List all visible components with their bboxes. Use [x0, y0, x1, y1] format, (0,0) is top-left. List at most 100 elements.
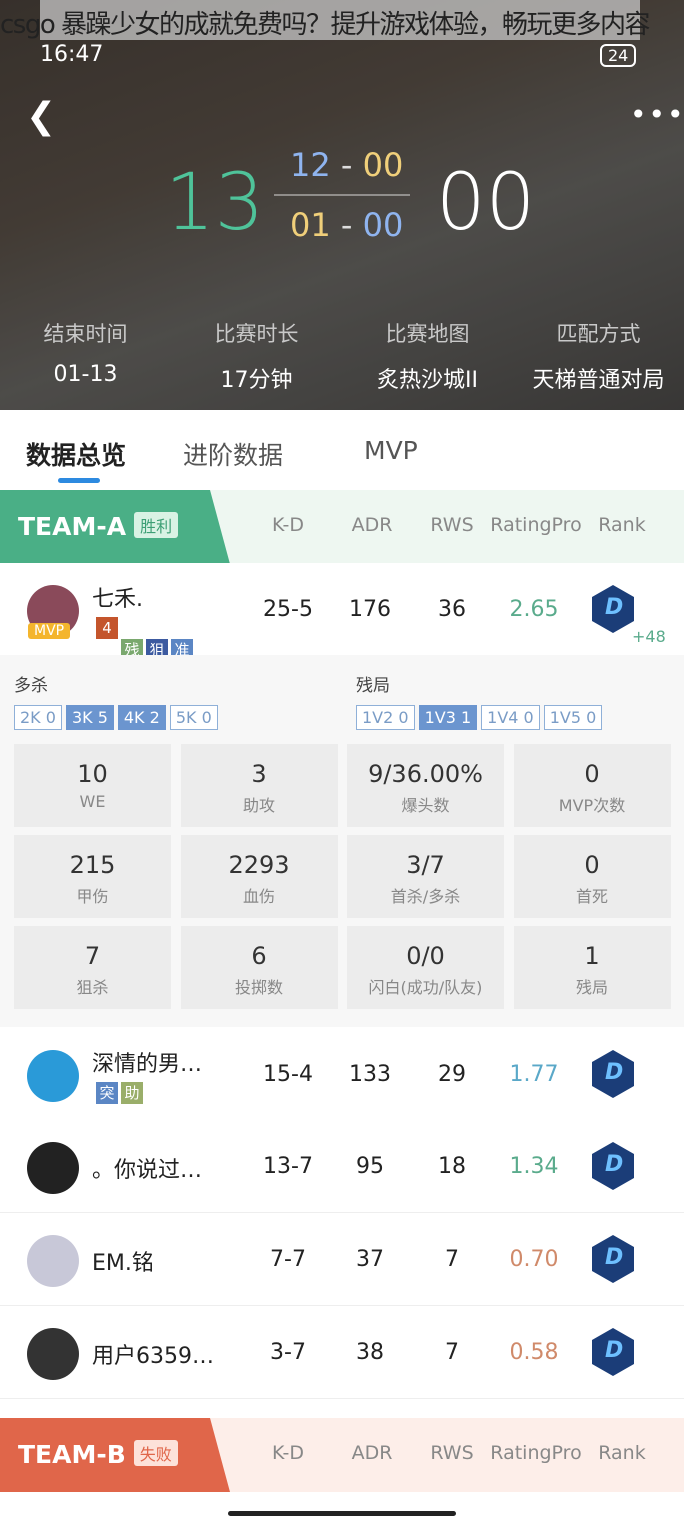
- result-badge: 失败: [133, 1440, 178, 1466]
- stat-cell: 9/36.00% 爆头数: [347, 744, 504, 827]
- rank-delta: +48: [632, 627, 666, 646]
- rws-value: 7: [445, 1247, 459, 1272]
- player-row[interactable]: 七禾.4杀残狙准MVP25-5176362.65 +48: [0, 563, 684, 661]
- adr-value: 38: [356, 1340, 384, 1365]
- player-name: 。你说过…: [92, 1158, 203, 1183]
- rank-badge-icon: [592, 1050, 634, 1098]
- rank-badge-icon: [592, 1142, 634, 1190]
- kd-value: 3-7: [270, 1340, 306, 1365]
- tab-indicator: [58, 478, 100, 483]
- stat-cell: 0/0 闪白(成功/队友): [347, 926, 504, 1009]
- stat-cell: 3/7 首杀/多杀: [347, 835, 504, 918]
- status-time: 16:47: [40, 42, 104, 67]
- player-tags: 突助: [96, 1082, 146, 1104]
- stat-label: 投掷数: [234, 978, 283, 997]
- kd-value: 25-5: [263, 597, 313, 622]
- team-name: TEAM-B: [18, 1440, 126, 1469]
- column-header: Rank: [598, 514, 646, 536]
- adr-value: 176: [349, 597, 391, 622]
- rating-value: 1.34: [509, 1154, 559, 1179]
- stat-value: 3/7: [406, 851, 445, 879]
- tab-mvp[interactable]: MVP: [364, 436, 418, 465]
- match-header: 16:47 24 csgo 暴躁少女的成就免费吗？提升游戏体验，畅玩更多内容 ❮…: [0, 0, 684, 410]
- avatar: [27, 1142, 79, 1194]
- player-name: 用户6359…: [92, 1344, 214, 1369]
- kd-value: 13-7: [263, 1154, 313, 1179]
- stat-cell: 1 残局: [513, 926, 671, 1009]
- rank-badge-icon: [592, 1328, 634, 1376]
- mvp-badge: MVP: [28, 623, 71, 639]
- rank-badge-icon: [592, 1235, 634, 1283]
- tag-badge: 助: [121, 1082, 143, 1104]
- second-half-score: 01 - 00: [290, 206, 404, 244]
- multikill-chip: 4K 2: [117, 705, 166, 730]
- tab-advanced[interactable]: 进阶数据: [183, 436, 283, 472]
- rating-value: 0.70: [509, 1247, 559, 1272]
- column-header: RatingPro: [490, 1442, 582, 1464]
- stat-value: 2293: [228, 851, 290, 879]
- stat-cell: 0 首死: [513, 835, 671, 918]
- rating-value: 1.77: [509, 1062, 559, 1087]
- stat-label: 首死: [575, 887, 608, 906]
- team-a-header: TEAM-A 胜利 K-D ADR RWS RatingPro Rank: [0, 490, 684, 564]
- stat-cell: 0 MVP次数: [513, 744, 671, 827]
- stat-label: 爆头数: [401, 796, 450, 815]
- team-b-header: TEAM-B 失败 K-D ADR RWS RatingPro Rank: [0, 1418, 684, 1492]
- multikill-chip: 2K 0: [14, 705, 62, 730]
- stat-label: 甲伤: [76, 887, 109, 906]
- clutch-chip: 1V5 0: [543, 705, 603, 730]
- rws-value: 7: [445, 1340, 459, 1365]
- player-detail-panel: 多杀 残局 2K 0 3K 5 4K 2 5K 0 1V2 0 1V3 1 1V4 0 1V…: [0, 655, 684, 1027]
- column-header: RatingPro: [490, 514, 582, 536]
- rank-badge-icon: [592, 585, 634, 633]
- rws-value: 18: [438, 1154, 466, 1179]
- stat-value: 1: [584, 942, 600, 970]
- stat-value: 10: [77, 760, 108, 788]
- info-end-time: 结束时间 01-13: [43, 322, 128, 387]
- stat-label: MVP次数: [558, 796, 626, 815]
- chevron-left-icon[interactable]: ❮: [26, 96, 56, 137]
- team-b-score: 00: [436, 158, 536, 248]
- stat-cell: 10 WE: [14, 744, 171, 827]
- battery-indicator: 24: [600, 44, 637, 67]
- stat-cell: 6 投掷数: [180, 926, 338, 1009]
- more-dots-icon[interactable]: •••: [630, 98, 684, 131]
- stat-cell: 7 狙杀: [14, 926, 171, 1009]
- multikill-chip: 3K 5: [65, 705, 114, 730]
- tag-badge: 4杀: [96, 617, 118, 659]
- stat-value: 3: [251, 760, 267, 788]
- player-row[interactable]: 。你说过… 13-7 95 18 1.34: [0, 1120, 684, 1213]
- adr-value: 133: [349, 1062, 391, 1087]
- team-a-score: 13: [165, 158, 265, 248]
- avatar: [27, 1328, 79, 1380]
- stat-cell: 215 甲伤: [14, 835, 171, 918]
- tab-overview[interactable]: 数据总览: [26, 436, 126, 472]
- player-row[interactable]: 用户6359… 3-7 38 7 0.58: [0, 1306, 684, 1399]
- player-row[interactable]: EM.铭 7-7 37 7 0.70: [0, 1213, 684, 1306]
- multikill-label: 多杀: [14, 676, 48, 696]
- multikill-chips: 2K 0 3K 5 4K 2 5K 0: [14, 705, 222, 730]
- clutch-chip: 1V4 0: [481, 705, 540, 730]
- stat-label: 狙杀: [76, 978, 109, 997]
- tag-badge: 突: [96, 1082, 118, 1104]
- team-name: TEAM-A: [18, 512, 127, 541]
- stat-value: 215: [69, 851, 116, 879]
- avatar: [27, 1050, 79, 1102]
- stat-cell: 2293 血伤: [180, 835, 338, 918]
- result-badge: 胜利: [134, 512, 179, 538]
- avatar: [27, 1235, 79, 1287]
- multikill-chip: 5K 0: [169, 705, 218, 730]
- rating-value: 0.58: [509, 1340, 559, 1365]
- clutch-label: 残局: [356, 676, 390, 696]
- stat-label: 血伤: [242, 887, 275, 906]
- tab-bar: 数据总览 进阶数据 MVP: [0, 410, 684, 490]
- stat-value: 6: [251, 942, 267, 970]
- clutch-chip: 1V2 0: [356, 705, 415, 730]
- player-name: 深情的男…: [92, 1052, 203, 1077]
- rating-value: 2.65: [509, 597, 559, 622]
- stat-cell: 3 助攻: [180, 744, 338, 827]
- home-indicator[interactable]: [228, 1511, 456, 1516]
- stat-value: 9/36.00%: [368, 760, 483, 788]
- player-row[interactable]: 深情的男… 突助 15-4 133 29 1.77: [0, 1028, 684, 1121]
- stat-label: 首杀/多杀: [390, 887, 461, 906]
